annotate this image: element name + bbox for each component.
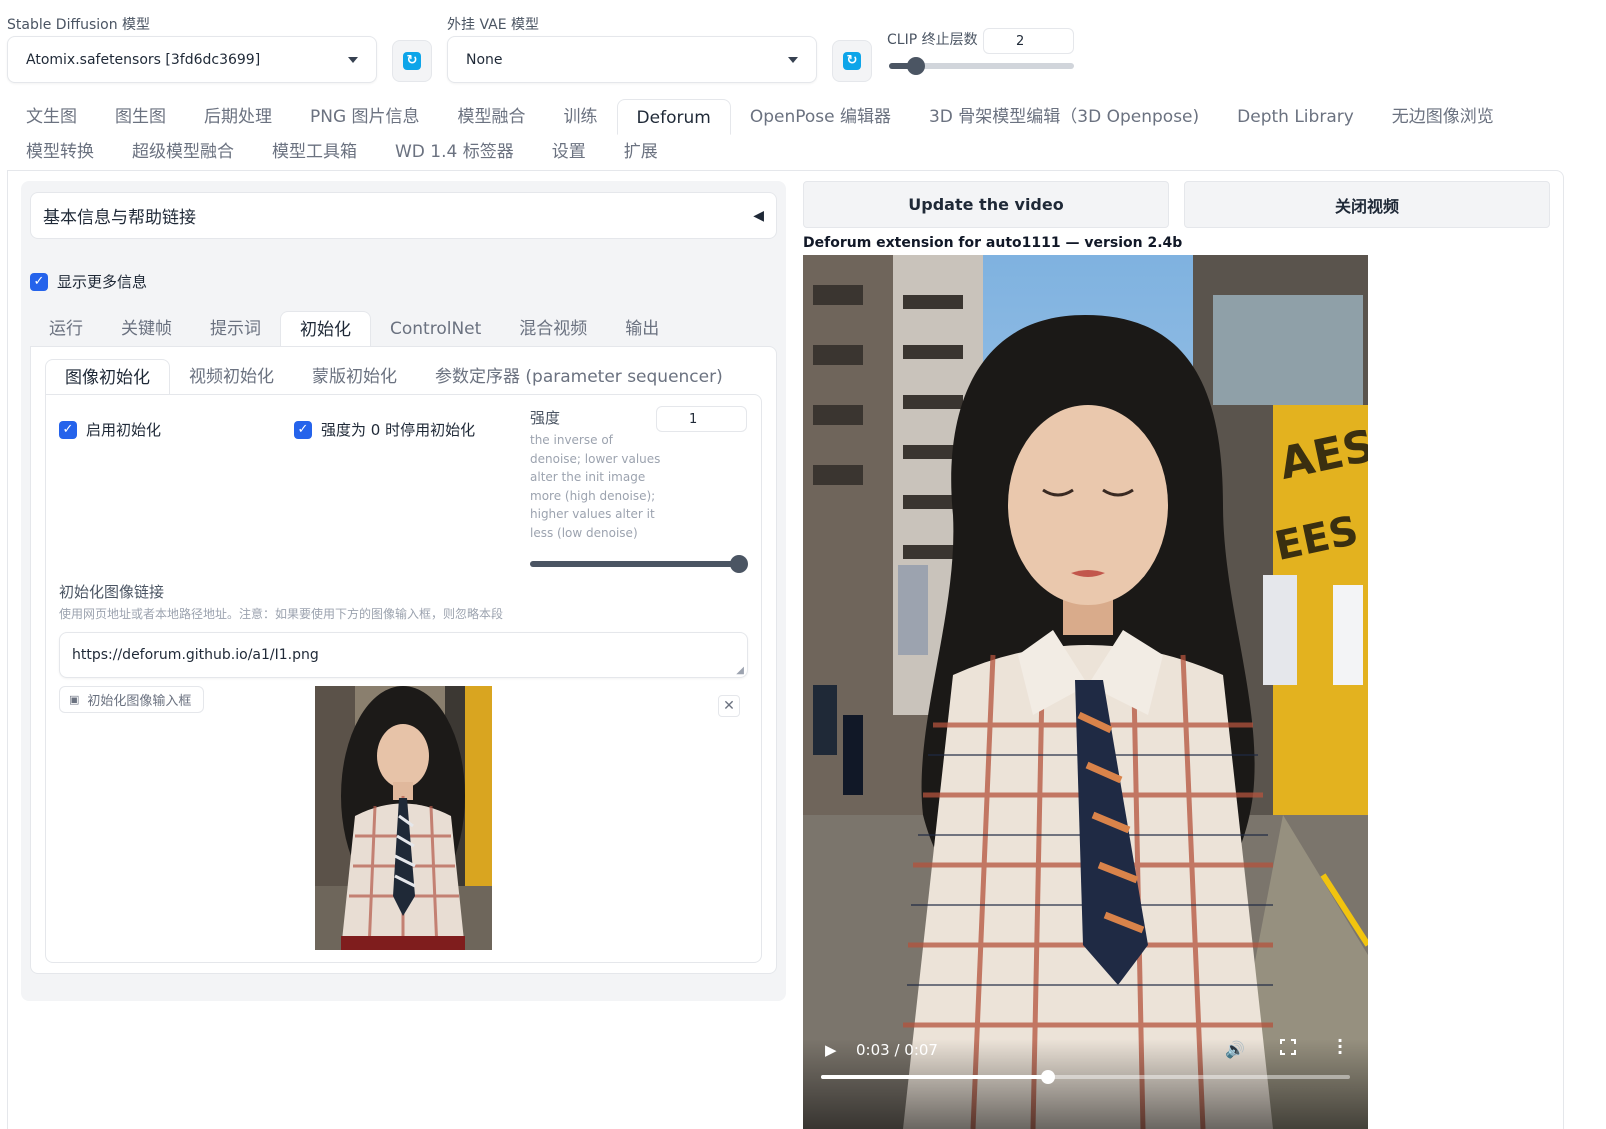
main-tab-9[interactable]: Depth Library (1218, 99, 1373, 135)
init-image-preview[interactable] (315, 686, 492, 950)
sub-tab-2[interactable]: 提示词 (191, 311, 280, 347)
info-accordion[interactable]: 基本信息与帮助链接 ◀ (30, 192, 777, 239)
video-player[interactable]: AES EES ▶ 0:03 / 0:07 🔊 · · · (803, 255, 1368, 1129)
fullscreen-icon[interactable] (1280, 1039, 1296, 1055)
strength-zero-disable-checkbox[interactable]: ✓ 强度为 0 时停用初始化 (294, 419, 475, 440)
clip-skip-slider[interactable] (889, 57, 1074, 75)
strength-zero-label: 强度为 0 时停用初始化 (321, 421, 476, 439)
clip-skip-label: CLIP 终止层数 (887, 32, 978, 48)
image-icon: ▣ (69, 693, 80, 706)
clip-skip-input[interactable]: 2 (983, 28, 1074, 54)
strength-slider[interactable] (530, 555, 748, 573)
main-tab-row2-4[interactable]: 设置 (533, 134, 605, 170)
init-image-link-hint: 使用网页地址或者本地路径地址。注意：如果要使用下方的图像输入框，则忽略本段 (59, 607, 504, 621)
main-tab-4[interactable]: 模型融合 (439, 99, 545, 135)
enable-init-checkbox[interactable]: ✓ 启用初始化 (59, 419, 161, 440)
sub-tab-5[interactable]: 混合视频 (500, 311, 606, 347)
main-tab-3[interactable]: PNG 图片信息 (291, 99, 439, 135)
sub-tab-6[interactable]: 输出 (606, 311, 678, 347)
init-image-link-label: 初始化图像链接 (59, 583, 165, 601)
sub-tab-3[interactable]: 初始化 (280, 311, 371, 347)
refresh-icon: ↻ (403, 52, 421, 70)
strength-description: the inverse of denoise; lower values alt… (530, 433, 661, 540)
more-options-icon[interactable]: · · · (1337, 1033, 1343, 1061)
strength-slider-handle[interactable] (730, 555, 748, 573)
main-tab-6[interactable]: Deforum (616, 99, 731, 135)
checkbox-checked-icon: ✓ (30, 272, 48, 291)
video-frame: AES EES (803, 255, 1368, 1129)
strength-label: 强度 (530, 409, 561, 427)
sub-tab-4[interactable]: ControlNet (371, 311, 500, 347)
enable-init-label: 启用初始化 (86, 421, 162, 439)
checkbox-checked-icon: ✓ (294, 420, 312, 439)
init-image-box-label: 初始化图像输入框 (87, 694, 192, 709)
deforum-sub-tab-bar: 运行 关键帧 提示词 初始化 ControlNet 混合视频 输出 (30, 311, 777, 347)
update-video-button[interactable]: Update the video (803, 181, 1169, 228)
main-tab-row2-1[interactable]: 超级模型融合 (113, 134, 253, 170)
init-image-link-input[interactable]: https://deforum.github.io/a1/I1.png ◢ (59, 632, 748, 678)
sub-tab-1[interactable]: 关键帧 (102, 311, 191, 347)
video-progress-bar[interactable] (821, 1070, 1350, 1084)
main-tab-2[interactable]: 后期处理 (185, 99, 291, 135)
show-more-info-checkbox[interactable]: ✓ 显示更多信息 (30, 271, 147, 292)
main-tab-row2-0[interactable]: 模型转换 (7, 134, 113, 170)
refresh-sd-model-button[interactable]: ↻ (392, 40, 432, 82)
video-progress-fill (821, 1075, 1049, 1079)
refresh-vae-button[interactable]: ↻ (832, 40, 872, 82)
main-tab-bar-row2: 模型转换 超级模型融合 模型工具箱 WD 1.4 标签器 设置 扩展 (7, 134, 1602, 170)
video-time: 0:03 / 0:07 (856, 1041, 938, 1059)
close-video-button[interactable]: 关闭视频 (1184, 181, 1550, 228)
main-tab-0[interactable]: 文生图 (7, 99, 96, 135)
strength-slider-fill (530, 561, 739, 567)
version-text: Deforum extension for auto1111 — version… (803, 235, 1183, 251)
collapse-triangle-icon: ◀ (753, 207, 764, 224)
refresh-icon: ↻ (843, 52, 861, 70)
main-tab-row2-3[interactable]: WD 1.4 标签器 (376, 134, 533, 170)
main-tab-7[interactable]: OpenPose 编辑器 (731, 99, 910, 135)
sub-tab-0[interactable]: 运行 (30, 311, 102, 347)
main-tab-1[interactable]: 图生图 (96, 99, 185, 135)
sd-model-value: Atomix.safetensors [3fd6dc3699] (26, 51, 261, 68)
close-icon: ✕ (723, 698, 735, 714)
main-tab-row2-5[interactable]: 扩展 (605, 134, 677, 170)
volume-icon[interactable]: 🔊 (1225, 1040, 1245, 1059)
init-image-box-label-badge: ▣ 初始化图像输入框 (59, 686, 204, 713)
clear-image-button[interactable]: ✕ (718, 695, 740, 717)
play-icon[interactable]: ▶ (825, 1041, 837, 1059)
sd-model-dropdown[interactable]: Atomix.safetensors [3fd6dc3699] (7, 36, 377, 83)
init-tab-3[interactable]: 参数定序器 (parameter sequencer) (416, 359, 742, 395)
init-image-link-value: https://deforum.github.io/a1/I1.png (72, 647, 319, 663)
init-tab-1[interactable]: 视频初始化 (170, 359, 293, 395)
chevron-down-icon (348, 56, 358, 63)
vae-dropdown[interactable]: None (447, 36, 817, 83)
main-tab-10[interactable]: 无边图像浏览 (1373, 99, 1513, 135)
accordion-title: 基本信息与帮助链接 (43, 208, 196, 228)
resize-handle-icon[interactable]: ◢ (736, 665, 744, 676)
main-tab-5[interactable]: 训练 (545, 99, 617, 135)
main-tab-row2-2[interactable]: 模型工具箱 (253, 134, 376, 170)
chevron-down-icon (788, 56, 798, 63)
show-more-info-label: 显示更多信息 (57, 273, 148, 291)
strength-input[interactable]: 1 (656, 406, 747, 432)
init-tab-2[interactable]: 蒙版初始化 (293, 359, 416, 395)
checkbox-checked-icon: ✓ (59, 420, 77, 439)
girl-portrait-thumbnail (315, 686, 492, 950)
vae-label: 外挂 VAE 模型 (447, 17, 540, 33)
init-tab-0[interactable]: 图像初始化 (45, 359, 170, 395)
sd-model-label: Stable Diffusion 模型 (7, 17, 151, 33)
main-tab-bar: 文生图 图生图 后期处理 PNG 图片信息 模型融合 训练 Deforum OpenPose … (7, 99, 1602, 135)
clip-skip-slider-handle[interactable] (907, 57, 926, 75)
main-tab-8[interactable]: 3D 骨架模型编辑（3D Openpose) (910, 99, 1218, 135)
init-type-tab-bar: 图像初始化 视频初始化 蒙版初始化 参数定序器 (parameter sequence… (45, 359, 762, 395)
vae-value: None (466, 51, 503, 68)
